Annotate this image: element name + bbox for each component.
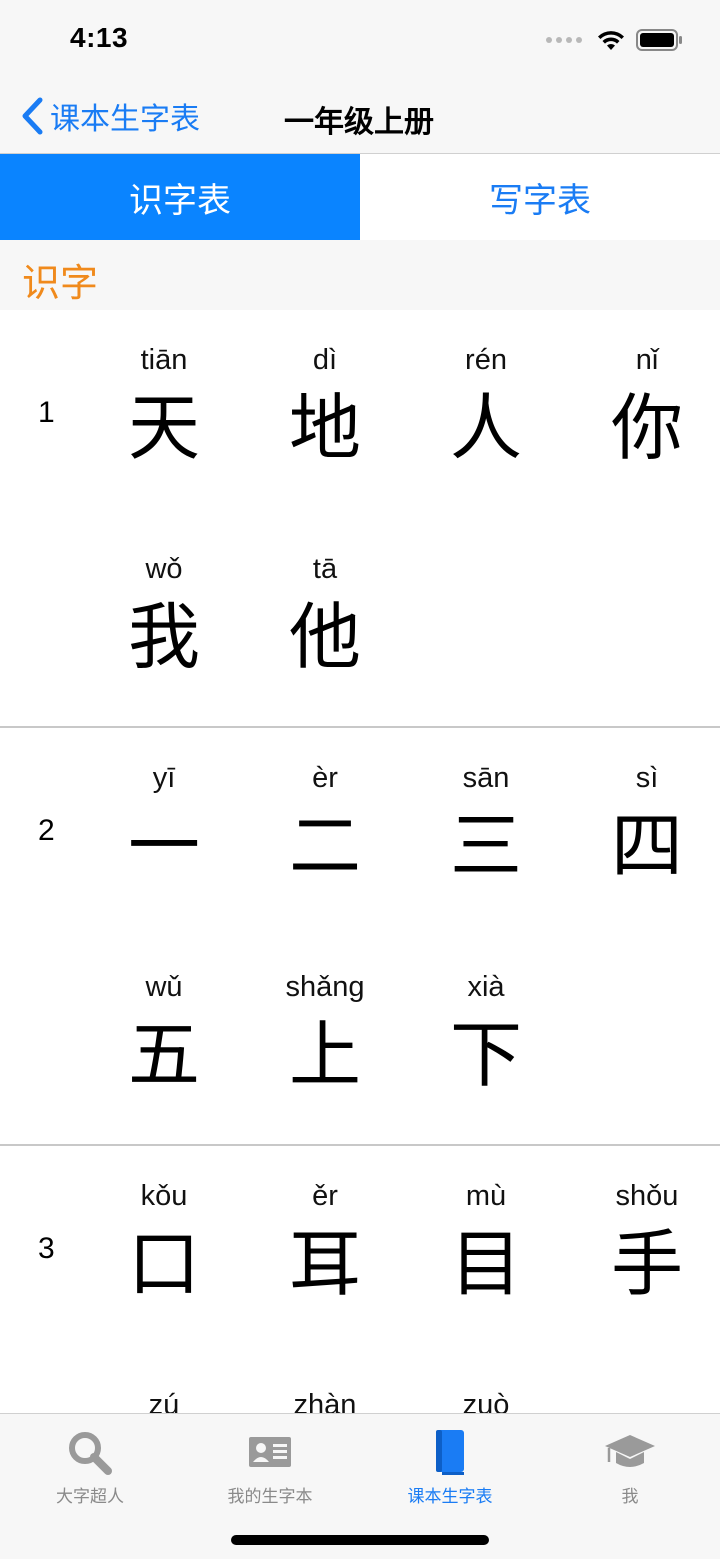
pinyin: rén [465,344,507,376]
character-list[interactable]: 1 tiān 天 dì 地 rén 人 nǐ 你 wǒ 我 tā 他 2 yī [0,310,720,1414]
pinyin: zuò [462,1389,510,1414]
segment-shizi-table[interactable]: 识字表 [0,154,360,240]
tab-label: 大字超人 [56,1487,124,1506]
character-cell[interactable]: zhàn 站 [245,1385,405,1414]
graduation-cap-icon [605,1435,655,1467]
hanzi: 地 [288,386,361,470]
section-header: 识字 [0,240,720,310]
status-bar: 4:13 [0,0,720,80]
status-icons [546,28,684,52]
pinyin: kǒu [140,1180,188,1212]
status-time: 4:13 [70,22,129,53]
hanzi: 三 [449,804,522,888]
character-cell[interactable]: èr 二 [245,758,405,898]
tab-label: 课本生字表 [407,1487,493,1506]
tab-label: 我 [621,1487,639,1506]
lesson-number: 2 [38,814,55,847]
hanzi: 上 [288,1013,361,1097]
pinyin: xià [467,971,505,1003]
hanzi: 我 [127,595,200,679]
pinyin: sì [635,762,659,794]
chevron-left-icon [22,97,43,135]
hanzi: 二 [288,804,361,888]
hanzi: 你 [610,386,683,470]
pinyin: mù [465,1180,507,1212]
pinyin: tā [312,553,338,585]
pinyin: yī [152,762,176,794]
tab-dazi-chaoren[interactable]: 大字超人 [0,1426,180,1507]
character-cell[interactable]: sì 四 [567,758,720,898]
character-cell[interactable]: tiān 天 [84,340,244,480]
character-cell[interactable]: tā 他 [245,549,405,689]
character-cell[interactable]: shǒu 手 [567,1176,720,1316]
tab-label: 我的生字本 [227,1487,313,1506]
hanzi: 口 [127,1222,200,1306]
pinyin: zhàn [293,1389,357,1414]
battery-icon [636,29,682,51]
magnifier-icon [69,1432,112,1475]
character-cell[interactable]: zuò 坐 [406,1385,566,1414]
character-cell[interactable]: xià 下 [406,967,566,1107]
hanzi: 他 [288,595,361,679]
section-title: 识字 [22,263,99,305]
character-cell[interactable]: wǔ 五 [84,967,244,1107]
id-card-icon [249,1437,291,1467]
lesson-number: 3 [38,1232,55,1265]
pinyin: dì [312,344,338,376]
page-title: 一年级上册 [284,106,434,139]
hanzi: 目 [449,1222,522,1306]
character-cell[interactable]: yī 一 [84,758,244,898]
pinyin: sān [462,762,510,794]
navigation-bar: 课本生字表 一年级上册 [0,80,720,154]
tab-me[interactable]: 我 [540,1426,720,1507]
lesson-row: 1 tiān 天 dì 地 rén 人 nǐ 你 wǒ 我 tā 他 [0,310,720,728]
home-indicator [231,1535,489,1545]
pinyin: wǒ [145,553,183,585]
character-cell[interactable]: ěr 耳 [245,1176,405,1316]
pinyin: shǎng [285,971,365,1003]
hanzi: 下 [449,1013,522,1097]
pinyin: shǒu [615,1180,679,1212]
segmented-control: 识字表 写字表 [0,154,720,240]
lesson-row: 3 kǒu 口 ěr 耳 mù 目 shǒu 手 zú 足 zhàn 站 zuò… [0,1146,720,1414]
lesson-row: 2 yī 一 èr 二 sān 三 sì 四 wǔ 五 shǎng 上 xià … [0,728,720,1146]
character-cell[interactable]: nǐ 你 [567,340,720,480]
pinyin: ěr [312,1180,338,1212]
hanzi: 耳 [288,1222,361,1306]
hanzi: 天 [127,386,200,470]
character-cell[interactable]: shǎng 上 [245,967,405,1107]
lesson-number: 1 [38,396,55,429]
character-cell[interactable]: wǒ 我 [84,549,244,689]
character-cell[interactable]: rén 人 [406,340,566,480]
hanzi: 手 [610,1222,683,1306]
back-button-label: 课本生字表 [50,103,200,136]
hanzi: 一 [127,804,200,888]
segment-xiezi-table[interactable]: 写字表 [360,154,720,240]
pinyin: èr [312,762,338,794]
pinyin: tiān [140,344,188,376]
tab-my-wordbook[interactable]: 我的生字本 [180,1426,360,1507]
character-cell[interactable]: dì 地 [245,340,405,480]
pinyin: nǐ [635,344,659,376]
wifi-icon [598,31,624,50]
pinyin: wǔ [145,971,183,1003]
book-icon [436,1430,464,1475]
character-cell[interactable]: kǒu 口 [84,1176,244,1316]
cellular-signal-icon [546,37,582,43]
character-cell[interactable]: zú 足 [84,1385,244,1414]
pinyin: zú [148,1389,180,1414]
tab-textbook-words[interactable]: 课本生字表 [360,1426,540,1507]
character-cell[interactable]: sān 三 [406,758,566,898]
tab-bar: 大字超人 我的生字本 课本生字表 我 [0,1413,720,1559]
hanzi: 五 [127,1013,200,1097]
hanzi: 人 [449,386,522,470]
back-button[interactable]: 课本生字表 [20,94,200,138]
character-cell[interactable]: mù 目 [406,1176,566,1316]
hanzi: 四 [610,804,683,888]
